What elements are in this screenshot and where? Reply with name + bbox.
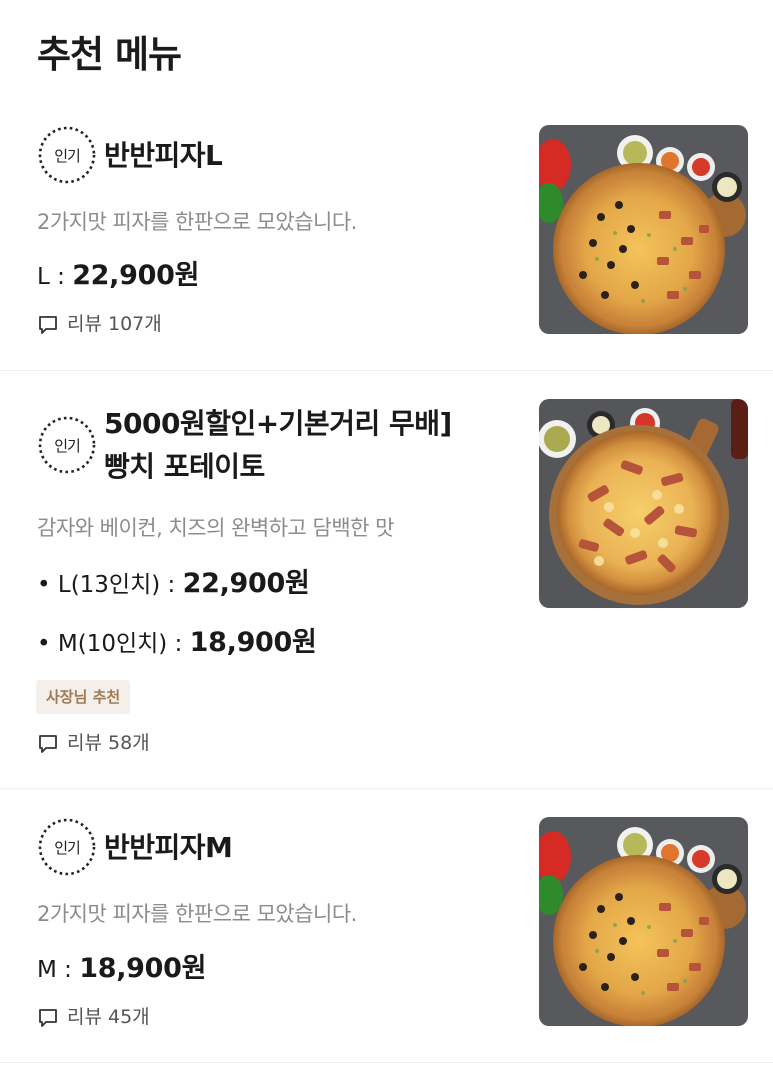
popular-badge: 인기 <box>36 124 98 186</box>
menu-photo <box>539 125 748 334</box>
badge-label: 인기 <box>54 437 81 455</box>
badge-label: 인기 <box>54 839 81 857</box>
menu-photo <box>539 817 748 1026</box>
price-label: M : <box>37 957 80 983</box>
price-line: M : 18,900원 <box>37 946 206 985</box>
menu-description: 2가지맛 피자를 한판으로 모았습니다. <box>37 902 357 926</box>
menu-photo <box>539 399 748 608</box>
price-value: 18,900원 <box>189 627 317 658</box>
price-line: L : 22,900원 <box>37 253 199 292</box>
menu-item-half-half-l[interactable]: 인기 반반피자L 2가지맛 피자를 한판으로 모았습니다. L : 22,900… <box>0 100 773 371</box>
price-line: • L(13인치) : 22,900원 <box>37 561 310 600</box>
menu-name: 5000원할인+기본거리 무배] 빵치 포테이토 <box>104 407 452 483</box>
popular-badge: 인기 <box>36 816 98 878</box>
badge-label: 인기 <box>54 147 81 165</box>
section-title: 추천 메뉴 <box>37 33 182 76</box>
price-value: 22,900원 <box>72 260 200 291</box>
speech-bubble-icon <box>39 1009 57 1027</box>
potato-bacon-pizza-photo <box>539 399 748 608</box>
speech-bubble-icon <box>39 316 57 334</box>
menu-name: 반반피자L <box>104 139 223 172</box>
menu-item-half-half-m[interactable]: 인기 반반피자M 2가지맛 피자를 한판으로 모았습니다. M : 18,900… <box>0 789 773 1063</box>
price-line: • M(10인치) : 18,900원 <box>37 620 317 659</box>
menu-item-potato-pizza[interactable]: 인기 5000원할인+기본거리 무배] 빵치 포테이토 감자와 베이컨, 치즈의 … <box>0 371 773 789</box>
owner-recommend-tag: 사장님 추천 <box>36 680 131 714</box>
popular-badge: 인기 <box>36 414 98 476</box>
price-value: 18,900원 <box>79 953 207 984</box>
price-label: L : <box>37 264 73 290</box>
menu-description: 2가지맛 피자를 한판으로 모았습니다. <box>37 210 357 234</box>
half-half-pizza-photo <box>539 817 748 1026</box>
price-label: • M(10인치) : <box>37 631 190 657</box>
half-half-pizza-photo <box>539 125 748 334</box>
price-label: • L(13인치) : <box>37 572 183 598</box>
menu-description: 감자와 베이컨, 치즈의 완벽하고 담백한 맛 <box>37 516 395 540</box>
speech-bubble-icon <box>39 735 57 753</box>
menu-name: 반반피자M <box>104 831 233 864</box>
price-value: 22,900원 <box>182 568 310 599</box>
